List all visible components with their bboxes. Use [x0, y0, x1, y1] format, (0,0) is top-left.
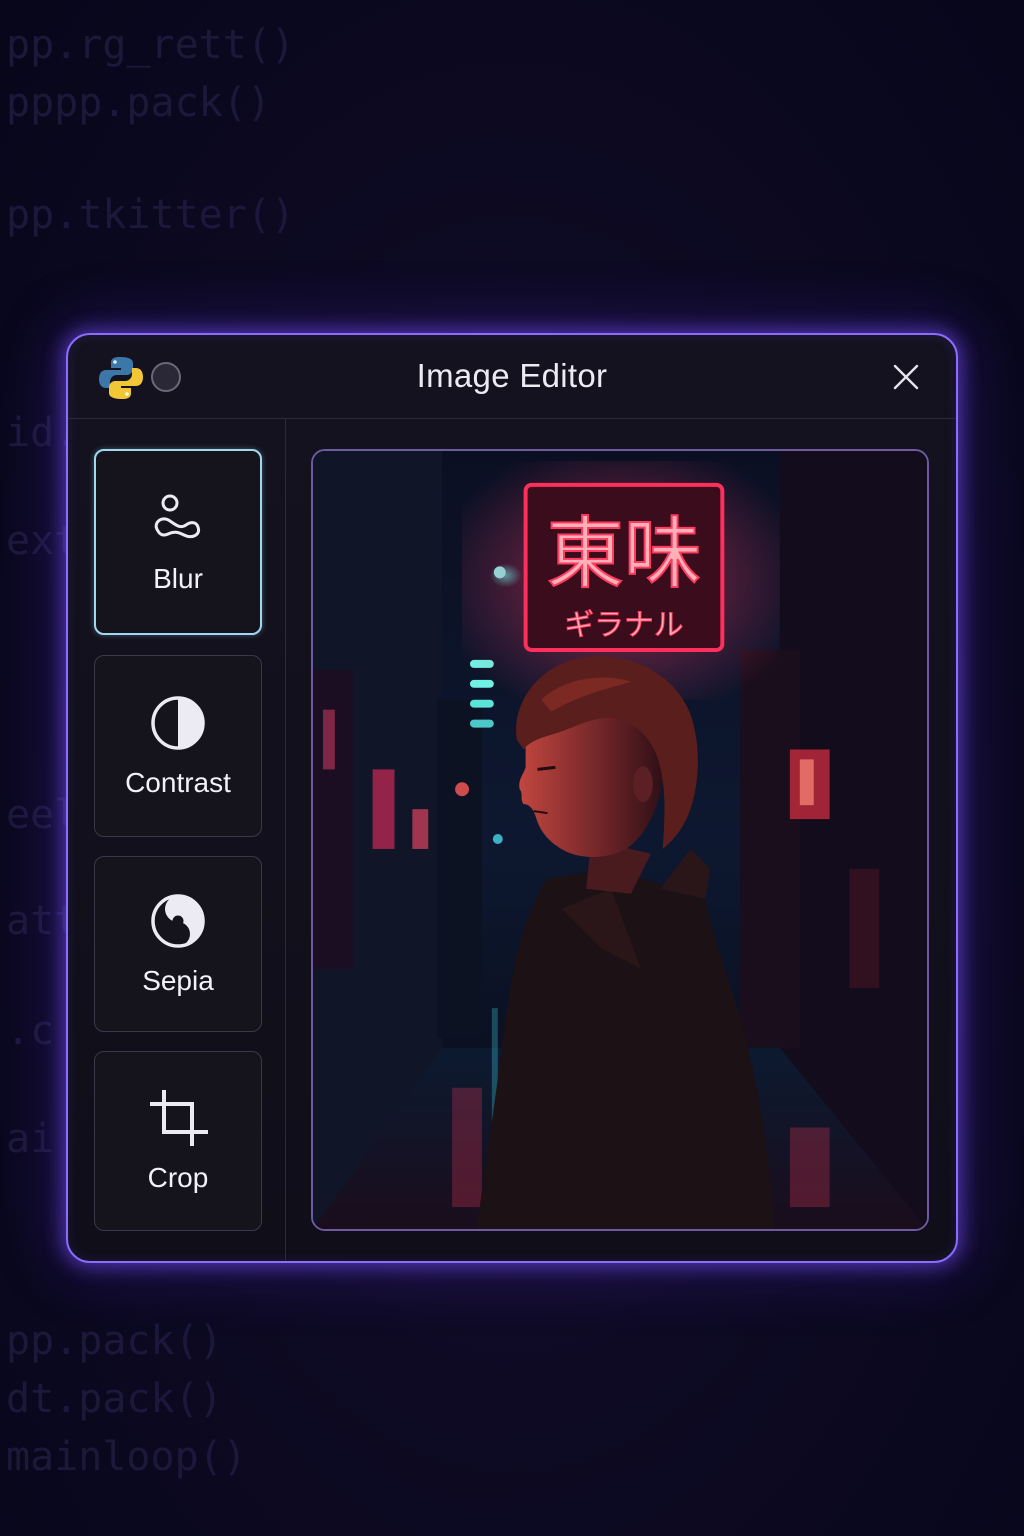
crop-label: Crop [147, 1162, 209, 1193]
background-code-line: dt.pack() [6, 1376, 223, 1422]
blur-button[interactable]: Blur [94, 449, 262, 635]
sepia-icon [151, 894, 205, 948]
contrast-label: Contrast [125, 767, 231, 798]
tools-sidebar: Blur Contrast Sepia Crop [68, 419, 286, 1261]
background-code-line: mainloop() [6, 1434, 247, 1480]
background-code-line: pppp.pack() [6, 80, 271, 126]
close-icon[interactable] [892, 363, 920, 391]
background-code-line: pp.pack() [6, 1318, 223, 1364]
window-title: Image Editor [416, 357, 608, 394]
background-code-line: pp.rg_rett() [6, 22, 295, 68]
crop-icon [150, 1090, 208, 1146]
neon-alley-portrait-image: 東味 ギラナル [313, 451, 927, 1229]
image-editor-window: Image Editor Blur Contrast Sepia Crop 東味… [66, 333, 958, 1263]
neon-sign-main-text: 東味 [546, 509, 701, 599]
background-code-line: pp.tkitter() [6, 192, 295, 238]
contrast-button[interactable]: Contrast [94, 655, 262, 837]
sepia-label: Sepia [142, 965, 214, 996]
image-preview[interactable]: 東味 ギラナル [311, 449, 929, 1231]
contrast-icon [151, 696, 205, 750]
title-bar: Image Editor [68, 335, 956, 419]
background-code-line: ai [6, 1116, 55, 1162]
sepia-button[interactable]: Sepia [94, 856, 262, 1032]
blur-icon [154, 494, 201, 539]
background-code-line: .c [6, 1008, 55, 1054]
blur-label: Blur [153, 563, 203, 594]
crop-button[interactable]: Crop [94, 1051, 262, 1231]
neon-sign-sub-text: ギラナル [564, 608, 683, 643]
